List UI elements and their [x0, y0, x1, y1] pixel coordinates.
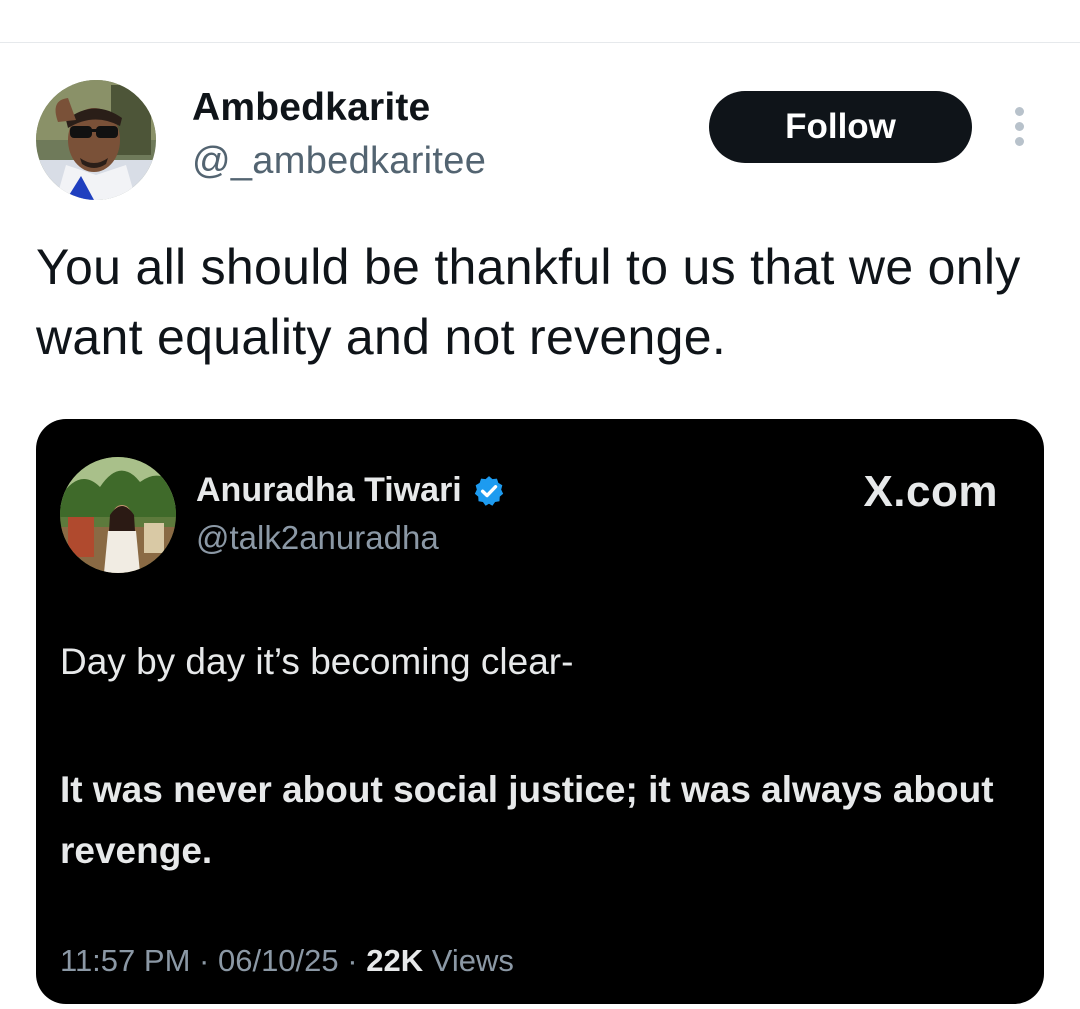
quoted-text-line1: Day by day it’s becoming clear- — [60, 641, 574, 682]
quoted-views-count: 22K — [366, 943, 424, 978]
quoted-views-label: Views — [431, 943, 514, 978]
top-divider — [0, 42, 1080, 43]
quoted-author-name: Anuradha Tiwari — [196, 471, 462, 509]
author-name[interactable]: Ambedkarite — [192, 86, 430, 130]
quoted-meta: 11:57 PM · 06/10/25 · 22K Views — [60, 943, 514, 979]
quoted-author-avatar — [60, 457, 176, 573]
meta-separator: · — [347, 943, 358, 978]
quoted-date: 06/10/25 — [217, 943, 339, 978]
quoted-text-line2: It was never about social justice; it wa… — [60, 769, 994, 871]
quoted-time: 11:57 PM — [60, 943, 191, 978]
follow-button[interactable]: Follow — [709, 91, 972, 163]
meta-separator: · — [199, 943, 210, 978]
tweet-text: You all should be thankful to us that we… — [36, 239, 1021, 365]
more-vertical-icon[interactable] — [1005, 105, 1035, 149]
quoted-author-handle: @talk2anuradha — [196, 519, 439, 556]
author-handle[interactable]: @_ambedkaritee — [192, 140, 486, 183]
verified-badge-icon — [474, 475, 503, 506]
author-avatar[interactable] — [36, 80, 156, 200]
quoted-site-watermark: X.com — [863, 467, 998, 516]
quoted-tweet-card[interactable]: Anuradha Tiwari @talk2anuradha X.com Day… — [36, 419, 1044, 1004]
